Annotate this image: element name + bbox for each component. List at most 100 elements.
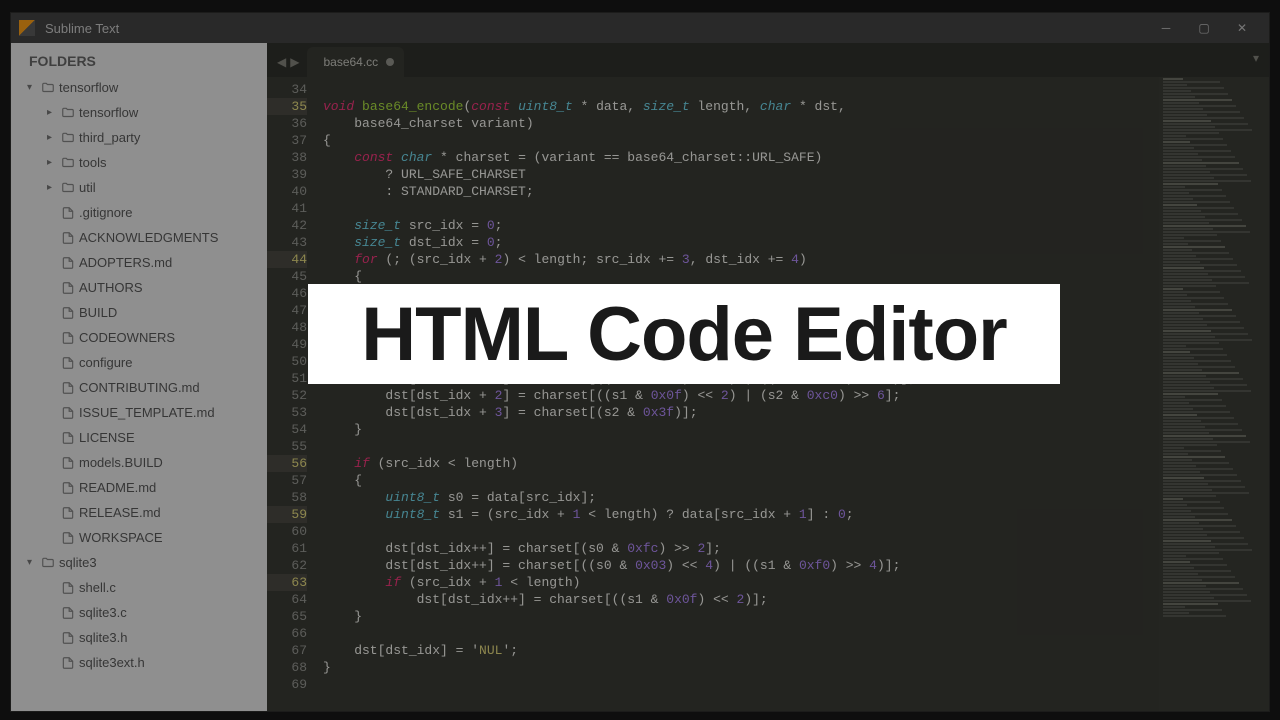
code-line[interactable]: } xyxy=(323,608,1269,625)
code-line[interactable] xyxy=(323,523,1269,540)
minimize-button[interactable]: ─ xyxy=(1147,13,1185,43)
code-line[interactable]: dst[dst_idx++] = charset[(s0 & 0xfc) >> … xyxy=(323,540,1269,557)
code-editor[interactable]: 3435363738394041424344454647484950515253… xyxy=(267,77,1269,711)
tree-arrow-icon[interactable]: ▸ xyxy=(47,182,59,193)
code-line[interactable]: dst[dst_idx + 2] = charset[((s1 & 0x0f) … xyxy=(323,387,1269,404)
tree-arrow-icon[interactable]: ▸ xyxy=(47,132,59,143)
tree-file[interactable]: AUTHORS xyxy=(11,275,267,300)
line-number: 56 xyxy=(267,455,307,472)
line-number: 66 xyxy=(267,625,307,642)
code-line[interactable]: base64_charset variant) xyxy=(323,115,1269,132)
tree-file[interactable]: CODEOWNERS xyxy=(11,325,267,350)
line-number: 60 xyxy=(267,523,307,540)
file-icon xyxy=(59,206,77,220)
tree-file[interactable]: README.md xyxy=(11,475,267,500)
nav-back-icon[interactable]: ◀ xyxy=(277,55,286,69)
tree-folder[interactable]: ▸ third_party xyxy=(11,125,267,150)
file-icon xyxy=(59,406,77,420)
tree-file[interactable]: WORKSPACE xyxy=(11,525,267,550)
tree-file[interactable]: sqlite3ext.h xyxy=(11,650,267,675)
tree-item-label: ADOPTERS.md xyxy=(79,255,172,270)
tree-file[interactable]: RELEASE.md xyxy=(11,500,267,525)
tree-file[interactable]: shell.c xyxy=(11,575,267,600)
code-line[interactable]: dst[dst_idx++] = charset[((s0 & 0x03) <<… xyxy=(323,557,1269,574)
tree-item-label: util xyxy=(79,180,96,195)
tree-file[interactable]: ADOPTERS.md xyxy=(11,250,267,275)
tree-folder[interactable]: ▸ util xyxy=(11,175,267,200)
line-number: 52 xyxy=(267,387,307,404)
tree-file[interactable]: .gitignore xyxy=(11,200,267,225)
folder-tree[interactable]: ▾tensorflow▸tensorflow▸third_party▸tools… xyxy=(11,75,267,711)
line-number: 37 xyxy=(267,132,307,149)
tree-folder[interactable]: ▾tensorflow xyxy=(11,75,267,100)
minimap[interactable] xyxy=(1159,77,1269,711)
code-line[interactable]: uint8_t s0 = data[src_idx]; xyxy=(323,489,1269,506)
code-line[interactable]: void base64_encode(const uint8_t * data,… xyxy=(323,98,1269,115)
tree-arrow-icon[interactable]: ▸ xyxy=(47,107,59,118)
close-button[interactable]: ✕ xyxy=(1223,13,1261,43)
code-content[interactable]: void base64_encode(const uint8_t * data,… xyxy=(315,77,1269,711)
code-line[interactable]: { xyxy=(323,268,1269,285)
code-line[interactable]: } xyxy=(323,659,1269,676)
line-number: 51 xyxy=(267,370,307,387)
code-line[interactable]: ? URL_SAFE_CHARSET xyxy=(323,166,1269,183)
code-line[interactable]: : STANDARD_CHARSET; xyxy=(323,183,1269,200)
code-line[interactable]: { xyxy=(323,472,1269,489)
code-line[interactable]: { xyxy=(323,132,1269,149)
tree-arrow-icon[interactable]: ▸ xyxy=(47,157,59,168)
folder-icon xyxy=(59,181,77,195)
tree-file[interactable]: configure xyxy=(11,350,267,375)
tree-file[interactable]: BUILD xyxy=(11,300,267,325)
file-icon xyxy=(59,606,77,620)
file-icon xyxy=(59,581,77,595)
tab-overflow-icon[interactable]: ▾ xyxy=(1253,51,1259,65)
tree-item-label: models.BUILD xyxy=(79,455,163,470)
code-line[interactable] xyxy=(323,438,1269,455)
tree-folder[interactable]: ▸ tools xyxy=(11,150,267,175)
tree-file[interactable]: sqlite3.c xyxy=(11,600,267,625)
code-line[interactable]: uint8_t s1 = (src_idx + 1 < length) ? da… xyxy=(323,506,1269,523)
code-line[interactable]: size_t dst_idx = 0; xyxy=(323,234,1269,251)
code-line[interactable]: const char * charset = (variant == base6… xyxy=(323,149,1269,166)
tree-item-label: .gitignore xyxy=(79,205,132,220)
tree-item-label: sqlite3ext.h xyxy=(79,655,145,670)
tree-item-label: tools xyxy=(79,155,106,170)
tree-item-label: third_party xyxy=(79,130,140,145)
tree-file[interactable]: sqlite3.h xyxy=(11,625,267,650)
folder-icon xyxy=(59,156,77,170)
tree-file[interactable]: LICENSE xyxy=(11,425,267,450)
code-line[interactable] xyxy=(323,81,1269,98)
code-line[interactable]: if (src_idx + 1 < length) xyxy=(323,574,1269,591)
code-line[interactable]: } xyxy=(323,421,1269,438)
tree-file[interactable]: models.BUILD xyxy=(11,450,267,475)
tabbar[interactable]: ◀ ▶ base64.cc ▾ xyxy=(267,43,1269,77)
tree-item-label: ACKNOWLEDGMENTS xyxy=(79,230,218,245)
tree-file[interactable]: ISSUE_TEMPLATE.md xyxy=(11,400,267,425)
code-line[interactable]: size_t src_idx = 0; xyxy=(323,217,1269,234)
code-line[interactable]: for (; (src_idx + 2) < length; src_idx +… xyxy=(323,251,1269,268)
maximize-button[interactable]: ▢ xyxy=(1185,13,1223,43)
code-line[interactable]: dst[dst_idx++] = charset[((s1 & 0x0f) <<… xyxy=(323,591,1269,608)
code-line[interactable]: dst[dst_idx] = 'NUL'; xyxy=(323,642,1269,659)
line-gutter: 3435363738394041424344454647484950515253… xyxy=(267,77,315,711)
line-number: 47 xyxy=(267,302,307,319)
tree-folder[interactable]: ▸tensorflow xyxy=(11,100,267,125)
tree-file[interactable]: CONTRIBUTING.md xyxy=(11,375,267,400)
tree-folder[interactable]: ▾sqlite3 xyxy=(11,550,267,575)
overlay-text: HTML Code Editor xyxy=(361,291,1006,378)
tree-arrow-icon[interactable]: ▾ xyxy=(27,557,39,568)
code-line[interactable] xyxy=(323,625,1269,642)
titlebar[interactable]: Sublime Text ─ ▢ ✕ xyxy=(11,13,1269,43)
line-number: 36 xyxy=(267,115,307,132)
tree-item-label: RELEASE.md xyxy=(79,505,161,520)
code-line[interactable]: dst[dst_idx + 3] = charset[(s2 & 0x3f)]; xyxy=(323,404,1269,421)
tab-active[interactable]: base64.cc xyxy=(307,47,404,77)
tree-file[interactable]: ACKNOWLEDGMENTS xyxy=(11,225,267,250)
sidebar: FOLDERS ▾tensorflow▸tensorflow▸third_par… xyxy=(11,43,267,711)
nav-forward-icon[interactable]: ▶ xyxy=(290,55,299,69)
code-line[interactable] xyxy=(323,200,1269,217)
tree-arrow-icon[interactable]: ▾ xyxy=(27,82,39,93)
code-line[interactable] xyxy=(323,676,1269,693)
line-number: 57 xyxy=(267,472,307,489)
code-line[interactable]: if (src_idx < length) xyxy=(323,455,1269,472)
